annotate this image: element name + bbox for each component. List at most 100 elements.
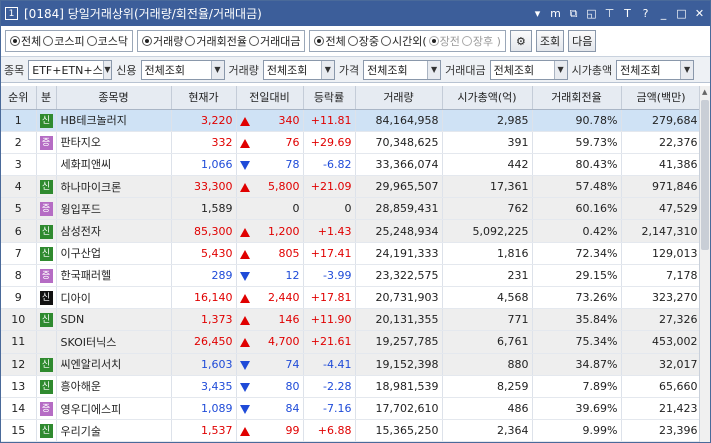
turnover-cell: 73.26%: [532, 286, 622, 310]
filter-select-2[interactable]: 전체조회 ▼: [262, 59, 335, 80]
settings-icon[interactable]: ⚙: [509, 30, 532, 52]
session-radio-3: 장전: [428, 33, 460, 49]
table-row[interactable]: 6 신 삼성전자 85,300 1,200 +1.43 25,248,934 5,092,22…: [1, 219, 699, 243]
column-header[interactable]: 거래회전율: [532, 86, 622, 110]
vertical-scrollbar[interactable]: ▲: [699, 86, 710, 442]
badge-cell: 신: [36, 109, 57, 132]
dropdown-arrow-icon[interactable]: ▼: [210, 60, 224, 79]
column-header[interactable]: 종목명: [56, 86, 172, 110]
table-row[interactable]: 11 SKOI터닉스 26,450 4,700 +21.61 19,257,785 6,76…: [1, 330, 699, 354]
next-button[interactable]: 다음: [568, 30, 597, 52]
link-icon[interactable]: ⧉: [567, 7, 580, 21]
stock-name-cell[interactable]: 하나마이크론: [56, 175, 172, 199]
help-icon[interactable]: ?: [639, 7, 652, 20]
stock-name-cell[interactable]: 우리기술: [56, 419, 172, 442]
sort-radio-2[interactable]: 거래대금: [248, 33, 300, 49]
stock-name-cell[interactable]: 세화피앤씨: [56, 153, 172, 177]
column-header[interactable]: 거래량: [355, 86, 443, 110]
session-radio-0[interactable]: 전체: [314, 33, 346, 49]
column-header[interactable]: 금액(백만): [621, 86, 699, 110]
sort-radio-1[interactable]: 거래회전율: [185, 33, 247, 49]
amount-cell: 23,396: [621, 419, 699, 442]
column-header[interactable]: 현재가: [171, 86, 237, 110]
filter-select-3[interactable]: 전체조회 ▼: [363, 59, 442, 80]
stock-name-cell[interactable]: 흥아해운: [56, 375, 172, 398]
table-row[interactable]: 10 신 SDN 1,373 146 +11.90 20,131,355 771 35.84% 2…: [1, 308, 699, 332]
sort-radio-0[interactable]: 거래량: [142, 33, 183, 49]
table-row[interactable]: 4 신 하나마이크론 33,300 5,800 +21.09 29,965,507 17,36…: [1, 175, 699, 199]
market-radio-0[interactable]: 전체: [10, 33, 41, 49]
filter-select-4[interactable]: 전체조회 ▼: [489, 59, 568, 80]
change-value: 76: [285, 135, 300, 149]
dropdown-arrow-icon[interactable]: ▼: [102, 60, 112, 79]
table-row[interactable]: 14 증 영우디에스피 1,089 84 -7.16 17,702,610 486 39.69%…: [1, 397, 699, 421]
maximize-icon[interactable]: □: [675, 7, 688, 20]
badge-cell: 신: [36, 308, 57, 332]
filter-label: 거래대금: [445, 63, 486, 77]
stock-name-cell[interactable]: HB테크놀러지: [56, 109, 172, 132]
session-radio-label: 전체: [325, 35, 346, 48]
market-radio-1[interactable]: 코스피: [43, 33, 85, 49]
pin-icon[interactable]: ⊤: [603, 7, 616, 20]
badge-cell: 증: [36, 397, 57, 421]
sort-radio-label: 거래량: [153, 35, 184, 48]
stock-name-cell[interactable]: 삼성전자: [56, 219, 172, 243]
table-row[interactable]: 7 신 이구산업 5,430 805 +17.41 24,191,333 1,816 72.34…: [1, 242, 699, 265]
table-row[interactable]: 9 신 디아이 16,140 2,440 +17.81 20,731,903 4,568 73.…: [1, 286, 699, 310]
table-row[interactable]: 15 신 우리기술 1,537 99 +6.88 15,365,250 2,364 9.99% 2…: [1, 419, 699, 442]
dropdown-arrow-icon[interactable]: ▼: [680, 60, 694, 79]
column-header[interactable]: 분: [36, 86, 57, 110]
stock-name-cell[interactable]: 디아이: [56, 286, 172, 310]
session-radio-2[interactable]: 시간외(: [380, 33, 427, 49]
session-radio-1[interactable]: 장중: [347, 33, 379, 49]
change-value: 78: [285, 157, 300, 171]
turnover-cell: 80.43%: [532, 153, 622, 177]
minimize-icon[interactable]: _: [657, 7, 670, 20]
stock-name-cell[interactable]: 판타지오: [56, 131, 172, 154]
stock-name-cell[interactable]: 씨엔알리서치: [56, 353, 172, 376]
badge-icon: 증: [39, 202, 53, 217]
stock-name-cell[interactable]: 이구산업: [56, 242, 172, 265]
scroll-up-icon[interactable]: ▲: [702, 88, 707, 96]
table-row[interactable]: 2 증 판타지오 332 76 +29.69 70,348,625 391 59.73% 22,3…: [1, 131, 699, 154]
window-icon[interactable]: ◱: [585, 7, 598, 20]
column-header[interactable]: 순위: [1, 86, 37, 110]
down-arrow-icon: [239, 360, 250, 370]
stock-name-cell[interactable]: SDN: [56, 308, 172, 332]
dropdown-arrow-icon[interactable]: ▼: [553, 60, 567, 79]
market-radio-2[interactable]: 코스닥: [86, 33, 128, 49]
dropdown-arrow-icon[interactable]: ▼: [320, 60, 334, 79]
column-header[interactable]: 등락률: [303, 86, 356, 110]
table-row[interactable]: 13 신 흥아해운 3,435 80 -2.28 18,981,539 8,259 7.89% 6…: [1, 375, 699, 398]
close-icon[interactable]: ✕: [693, 7, 706, 20]
stock-name-cell[interactable]: 한국패러헬: [56, 264, 172, 288]
table-row[interactable]: 5 증 윙입푸드 1,589 0 0 28,859,431 762 60.16% 47,529: [1, 197, 699, 221]
menu-icon[interactable]: m: [549, 7, 562, 20]
badge-icon: 신: [39, 313, 53, 328]
stock-name-cell[interactable]: SKOI터닉스: [56, 330, 172, 354]
scroll-thumb[interactable]: [701, 100, 709, 250]
radio-dot-icon: [248, 36, 259, 46]
query-button[interactable]: 조회: [535, 30, 565, 52]
table-row[interactable]: 3 세화피앤씨 1,066 78 -6.82 33,366,074 442 80.43% 41,…: [1, 153, 699, 177]
font-icon[interactable]: T: [621, 7, 634, 20]
table-row[interactable]: 1 신 HB테크놀러지 3,220 340 +11.81 84,164,958 2,985 90…: [1, 109, 699, 132]
filter-select-1[interactable]: 전체조회 ▼: [140, 59, 225, 80]
price-cell: 26,450: [171, 330, 237, 354]
table-row[interactable]: 8 증 한국패러헬 289 12 -3.99 23,322,575 231 29.15% 7,17…: [1, 264, 699, 288]
table-row[interactable]: 12 신 씨엔알리서치 1,603 74 -4.41 19,152,398 880 34.87%…: [1, 353, 699, 376]
rate-cell: +6.88: [303, 419, 356, 442]
column-header[interactable]: 전일대비: [236, 86, 304, 110]
dropdown-arrow-icon[interactable]: ▼: [427, 60, 441, 79]
dropdown-icon[interactable]: ▾: [531, 7, 544, 20]
filter-select-5[interactable]: 전체조회 ▼: [616, 59, 695, 80]
stock-name-cell[interactable]: 윙입푸드: [56, 197, 172, 221]
turnover-cell: 34.87%: [532, 353, 622, 376]
rank-cell: 5: [1, 197, 37, 221]
filter-label: 거래량: [228, 63, 259, 77]
stock-name-cell[interactable]: 영우디에스피: [56, 397, 172, 421]
turnover-cell: 9.99%: [532, 419, 622, 442]
column-header[interactable]: 시가총액(억): [442, 86, 533, 110]
filter-select-0[interactable]: ETF+ETN+스 ▼: [28, 59, 113, 80]
amount-cell: 27,326: [621, 308, 699, 332]
